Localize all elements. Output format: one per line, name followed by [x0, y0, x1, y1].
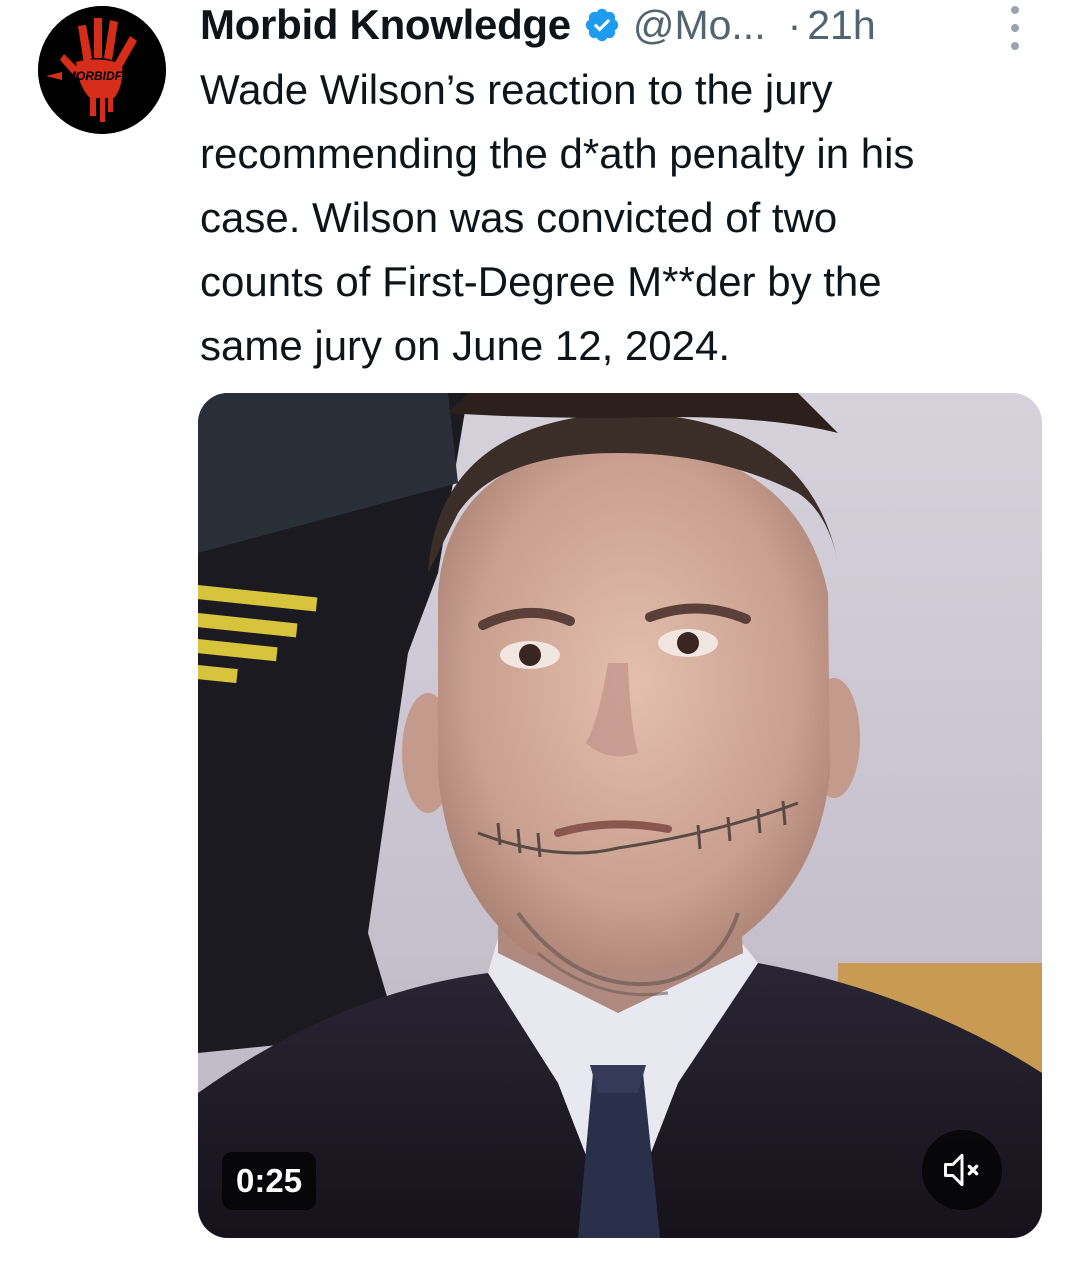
more-dot	[1011, 24, 1019, 32]
more-options-icon[interactable]	[1003, 6, 1027, 50]
mute-toggle-button[interactable]	[922, 1130, 1002, 1210]
separator-dot: ·	[787, 1, 802, 48]
red-handprint-logo-icon: MORBIDFUL	[38, 6, 166, 134]
author-display-name[interactable]: Morbid Knowledge	[200, 1, 571, 49]
video-player[interactable]: 0:25	[198, 393, 1042, 1238]
tweet-timestamp[interactable]: 21h	[807, 2, 875, 49]
author-avatar[interactable]: MORBIDFUL	[38, 6, 166, 134]
video-frame-image	[198, 393, 1042, 1238]
tweet-header: Morbid Knowledge @Mo... · 21h	[200, 0, 1040, 50]
more-dot	[1011, 42, 1019, 50]
author-handle[interactable]: @Mo...	[633, 2, 766, 49]
video-duration: 0:25	[222, 1152, 317, 1210]
tweet-text: Wade Wilson’s reaction to the jury recom…	[200, 66, 915, 369]
tweet[interactable]: MORBIDFUL Morbid Knowledge @Mo... · 21h …	[0, 0, 1080, 1271]
svg-text:MORBIDFUL: MORBIDFUL	[66, 69, 138, 83]
verified-badge-icon[interactable]	[583, 6, 621, 44]
volume-muted-icon	[944, 1153, 979, 1187]
more-dot	[1011, 6, 1019, 14]
